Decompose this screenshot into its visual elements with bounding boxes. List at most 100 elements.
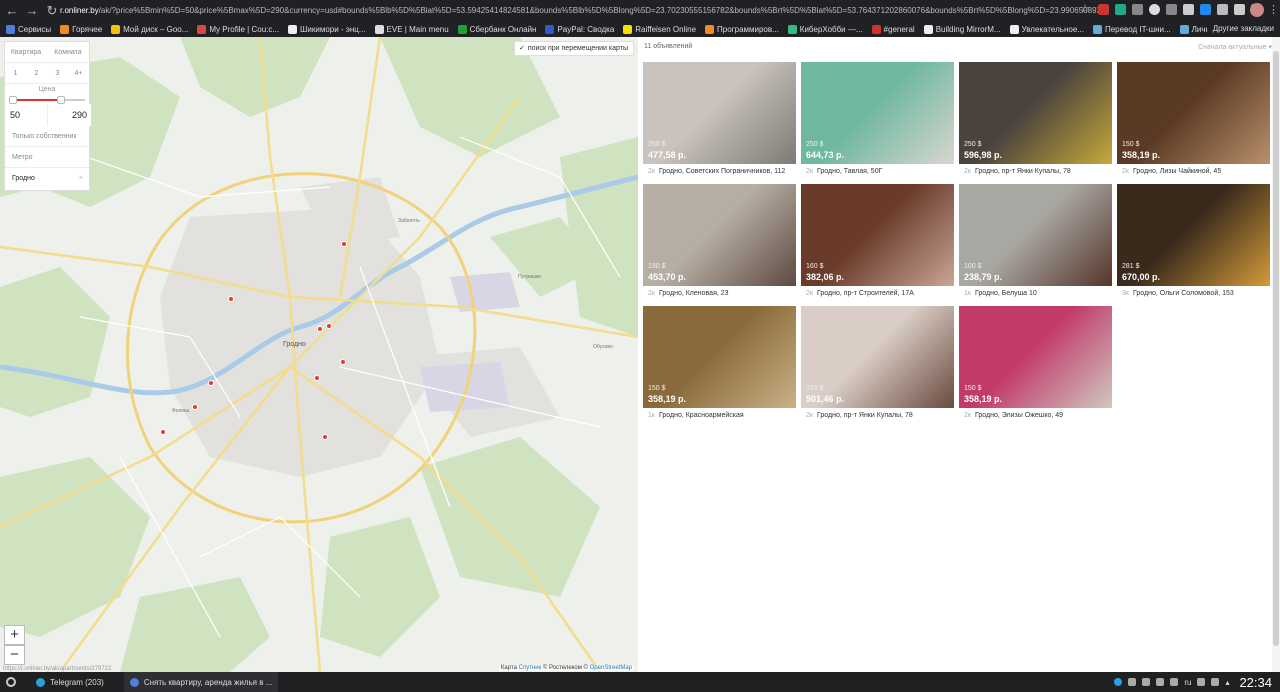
zoom-in-button[interactable]: + [4,625,25,645]
extension-icon[interactable] [1183,4,1194,15]
attribution-osm-link[interactable]: OpenStreetMap [590,665,632,671]
taskbar-item-telegram[interactable]: Telegram (203) [30,672,110,692]
bookmark-item[interactable]: КиберХобби —... [787,24,863,34]
map-pin[interactable] [340,359,346,365]
attribution-sputnik-link[interactable]: Спутник [519,665,542,671]
price-min-input[interactable] [5,104,48,126]
zoom-out-button[interactable]: − [4,645,25,665]
listing-card[interactable]: 100 $ 238,79 р. 1к Гродно, Белуша 10 [959,184,1112,301]
keyboard-layout[interactable]: ru [1184,678,1191,687]
slider-min-handle[interactable] [9,96,17,104]
listing-address[interactable]: 2к Гродно, пр-т Янки Купалы, 78 [806,412,913,419]
listing-photo[interactable]: 150 $ 358,19 р. [1117,62,1270,164]
map-pin[interactable] [160,429,166,435]
listing-address[interactable]: 2к Гродно, Тавлая, 50Г [806,168,882,175]
extension-icon[interactable] [1217,4,1228,15]
listing-photo[interactable]: 190 $ 453,70 р. [643,184,796,286]
sort-select[interactable]: Сначала актуальные ▾ [1198,43,1272,51]
listing-address[interactable]: 3к Гродно, Ольги Соломовой, 153 [1122,290,1234,297]
listing-address[interactable]: 1к Гродно, Красноармейская [648,412,744,419]
bookmark-item[interactable]: Горячее [60,24,102,34]
bookmark-item[interactable]: EVE | Main menu [374,24,449,34]
extension-icon[interactable] [1132,4,1143,15]
map-pin[interactable] [341,241,347,247]
bookmark-item[interactable]: Шикимори - энц... [288,24,366,34]
map-pin[interactable] [192,404,198,410]
bookmark-item[interactable]: PayPal: Сводка [545,24,614,34]
profile-avatar[interactable] [1250,3,1264,17]
extension-icon[interactable] [1149,4,1160,15]
map-pin[interactable] [322,434,328,440]
extension-icon[interactable] [1234,4,1245,15]
tray-expand-icon[interactable]: ▴ [1225,678,1229,687]
map-pin[interactable] [317,326,323,332]
clear-city-icon[interactable]: × [79,168,83,190]
listing-card[interactable]: 250 $ 596,98 р. 2к Гродно, пр-т Янки Купалы… [959,62,1112,179]
rooms-option[interactable]: 1 [5,70,26,77]
forward-icon[interactable]: → [24,3,40,18]
taskbar-item-browser[interactable]: Снять квартиру, аренда жилья в ... [123,672,279,692]
bookmark-item[interactable]: Raiffeisen Online [623,24,696,34]
bluetooth-icon[interactable] [1197,678,1206,686]
owner-only-option[interactable]: Только собственник [5,126,89,147]
extension-icon[interactable] [1115,4,1126,15]
map-pin[interactable] [314,375,320,381]
listing-photo[interactable]: 281 $ 670,00 р. [1117,184,1270,286]
listing-address[interactable]: 2к Гродно, Советских Пограничников, 112 [648,168,785,175]
listings-scrollbar[interactable] [1272,37,1280,672]
back-icon[interactable]: ← [4,3,20,18]
slider-max-handle[interactable] [57,96,65,104]
listing-card[interactable]: 250 $ 644,73 р. 2к Гродно, Тавлая, 50Г [801,62,954,179]
listing-address[interactable]: 2к Гродно, Лизы Чайкиной, 45 [1122,168,1221,175]
listing-address[interactable]: 2к Гродно, Элизы Ожешко, 49 [964,412,1063,419]
map-pin[interactable] [208,380,214,386]
rooms-option[interactable]: 4+ [68,70,89,77]
volume-icon[interactable] [1170,678,1179,686]
bookmark-item[interactable]: Перевод IT-шни... [1092,24,1171,34]
listing-photo[interactable]: 250 $ 644,73 р. [801,62,954,164]
rooms-option[interactable]: 2 [26,70,47,77]
listing-photo[interactable]: 150 $ 358,19 р. [959,306,1112,408]
rooms-option[interactable]: 3 [47,70,68,77]
telegram-tray-icon[interactable] [1114,678,1123,686]
tray-icon[interactable] [1142,678,1151,686]
scrollbar-thumb[interactable] [1273,51,1279,646]
tab-room[interactable]: Комната [47,49,89,56]
battery-icon[interactable] [1211,678,1220,686]
reload-icon[interactable]: ↻ [44,3,60,19]
tab-apartment[interactable]: Квартира [5,49,47,56]
listing-card[interactable]: 160 $ 382,06 р. 2к Гродно, пр-т Строителей,… [801,184,954,301]
bookmark-item[interactable]: Building MirrorM... [923,24,1001,34]
metro-select[interactable]: Метро [5,147,89,168]
listing-card[interactable]: 210 $ 501,46 р. 2к Гродно, пр-т Янки Купалы… [801,306,954,423]
bookmark-item[interactable]: Увлекательное... [1009,24,1084,34]
price-slider[interactable] [9,96,85,104]
listing-address[interactable]: 1к Гродно, Белуша 10 [964,290,1037,297]
map[interactable]: Гродно Фолюш Заболоть Путришки Обухово К… [0,37,638,672]
start-menu-icon[interactable] [6,677,16,687]
bookmark-item[interactable]: Сбербанк Онлайн [457,24,536,34]
listing-address[interactable]: 2к Гродно, пр-т Янки Купалы, 78 [964,168,1071,175]
map-pin[interactable] [228,296,234,302]
listing-photo[interactable]: 250 $ 596,98 р. [959,62,1112,164]
bookmark-item[interactable]: Программиров... [705,24,779,34]
listing-photo[interactable]: 210 $ 501,46 р. [801,306,954,408]
listing-card[interactable]: 281 $ 670,00 р. 3к Гродно, Ольги Соломовой,… [1117,184,1270,301]
extension-icon[interactable] [1098,4,1109,15]
search-on-move-checkbox[interactable]: ✓ поиск при перемещении карты [514,41,634,56]
bookmark-item[interactable]: Сервисы [6,24,51,34]
browser-menu-icon[interactable]: ⋮ [1268,3,1279,16]
bookmark-item[interactable]: My Profile | Cou:c... [197,24,279,34]
map-pin[interactable] [326,323,332,329]
listing-card[interactable]: 150 $ 358,19 р. 2к Гродно, Элизы Ожешко, 49 [959,306,1112,423]
extension-icon[interactable] [1166,4,1177,15]
listing-card[interactable]: 190 $ 453,70 р. 2к Гродно, Кленовая, 23 [643,184,796,301]
listing-photo[interactable]: 100 $ 238,79 р. [959,184,1112,286]
listing-address[interactable]: 2к Гродно, пр-т Строителей, 17А [806,290,914,297]
listing-card[interactable]: 250 $ 477,58 р. 2к Гродно, Советских Погран… [643,62,796,179]
listing-photo[interactable]: 250 $ 477,58 р. [643,62,796,164]
network-icon[interactable] [1156,678,1165,686]
listing-address[interactable]: 2к Гродно, Кленовая, 23 [648,290,729,297]
price-max-input[interactable] [48,104,91,126]
other-bookmarks[interactable]: Другие закладки [1206,21,1274,37]
